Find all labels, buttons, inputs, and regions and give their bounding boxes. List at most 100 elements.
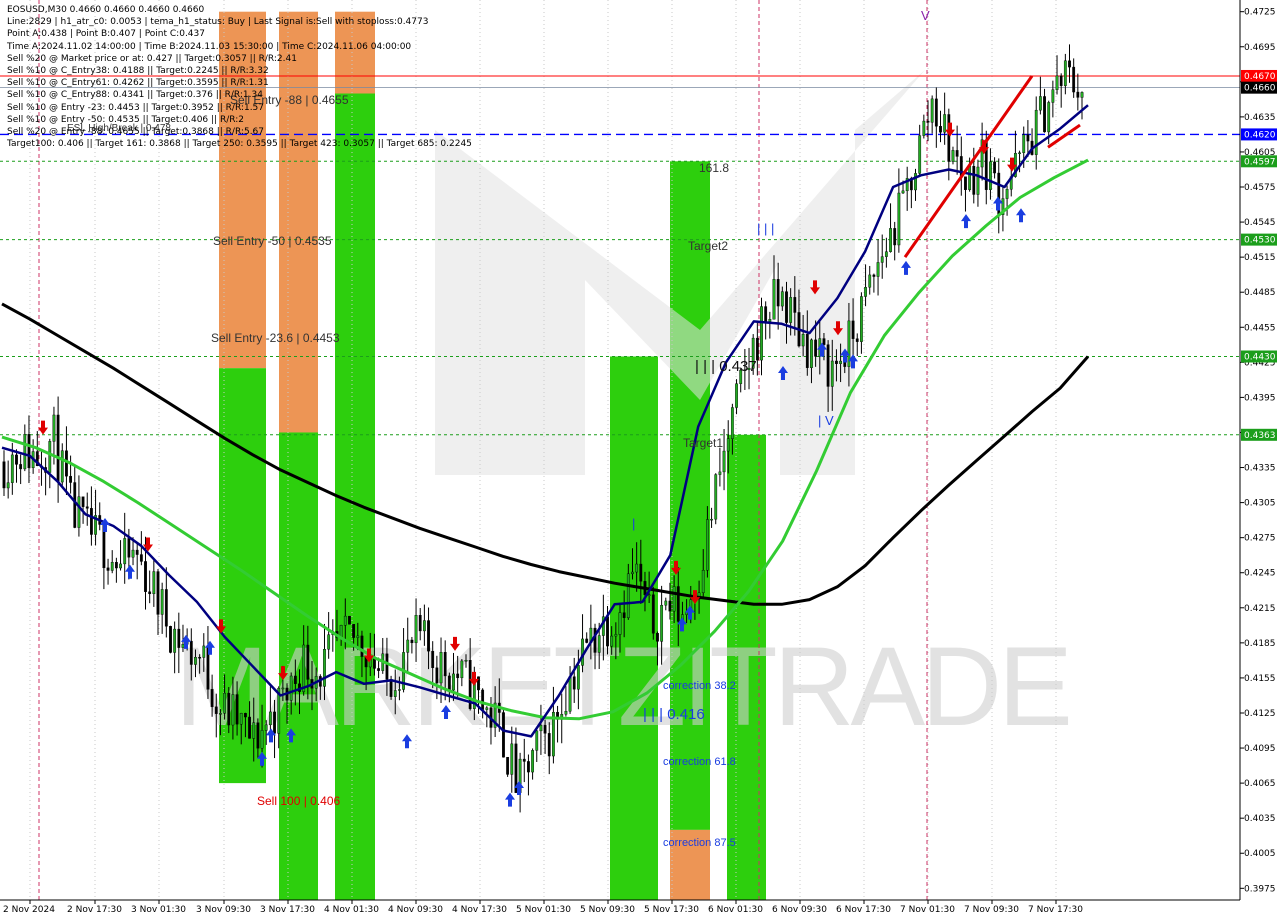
candle-body [614,634,618,637]
candle-body [1072,66,1076,93]
candle-body [597,635,601,653]
candle-body [323,649,326,687]
candle-body [918,135,922,174]
candle-body [830,360,834,387]
candle-body [73,482,77,528]
candle-body [755,337,759,361]
y-tick-label: 0.4065 [1244,779,1276,789]
info-line: Sell %10 @ Entry -23: 0.4453 || Target:0… [7,102,265,113]
candle-body [1022,134,1026,153]
info-line: Target100: 0.406 || Target 161: 0.3868 |… [7,139,472,150]
candle-body [160,589,164,615]
candle-body [593,627,597,653]
candle-body [248,716,251,739]
candle-body [485,707,489,710]
candle-body [547,733,551,757]
candle-body [389,679,393,697]
info-line: Sell %10 @ C_Entry61: 0.4262 || Target:0… [7,78,269,89]
y-tick-label: 0.4335 [1244,464,1276,474]
x-axis-background [0,900,1280,920]
candle-body [110,562,114,571]
point-b-label: | | | 0.416 [643,706,705,723]
candle-body [52,414,56,442]
candle-body [268,711,272,726]
candle-body [835,360,838,364]
candle-body [164,589,168,627]
candle-body [264,724,268,731]
candle-body [510,743,514,775]
candle-body [768,319,772,322]
candle-body [872,274,876,277]
candle-body [148,591,152,595]
candle-body [422,620,426,632]
info-line: Sell %20 @ Entry -88: 0.4655 || Target:0… [7,127,265,138]
candle-body [139,554,143,562]
price-tag-label: 0.4530 [1244,236,1276,246]
candle-body [676,586,680,622]
candle-body [585,638,589,643]
candle-body [306,644,310,680]
candle-body [947,114,951,162]
y-tick-label: 0.4455 [1244,323,1276,333]
candle-body [15,454,18,465]
x-tick-label: 4 Nov 17:30 [452,905,507,915]
candle-body [531,750,534,773]
candle-body [1063,60,1067,86]
candle-body [289,675,293,701]
candle-body [522,758,526,762]
candle-body [2,461,6,489]
candle-body [1047,102,1051,133]
y-tick-label: 0.4575 [1244,183,1276,193]
y-tick-label: 0.4275 [1244,534,1276,544]
candle-body [393,690,397,697]
candle-body [256,722,260,749]
candle-body [223,692,226,714]
info-line: Sell %10 @ C_Entry88: 0.4341 || Target:0… [7,90,263,101]
candle-body [1043,96,1046,133]
y-tick-label: 0.4125 [1244,709,1276,719]
candle-body [106,567,110,571]
correction-87-label: correction 87.5 [663,837,736,849]
candle-body [789,297,793,323]
candle-body [972,166,976,195]
candle-body [169,626,172,653]
y-tick-label: 0.4545 [1244,218,1276,228]
candle-body [822,338,826,345]
price-tag-label: 0.4597 [1244,157,1276,167]
candle-body [127,538,131,558]
candle-body [502,712,505,758]
candle-body [281,687,285,690]
candle-body [239,713,243,725]
candle-body [572,676,576,690]
y-tick-label: 0.4305 [1244,499,1276,509]
y-tick-label: 0.4515 [1244,253,1276,263]
x-tick-label: 5 Nov 09:30 [580,905,635,915]
price-tag-label: 0.4430 [1244,352,1276,362]
symbol-line: EOSUSD,M30 0.4660 0.4660 0.4660 0.4660 [7,5,205,15]
candle-body [926,120,930,123]
candle-body [710,518,713,521]
candle-body [968,166,972,190]
candle-body [568,676,572,712]
candle-body [418,615,422,632]
candle-body [410,639,414,644]
correction-38-label: correction 38.2 [663,680,736,692]
candle-body [1051,89,1055,103]
candle-body [6,482,10,489]
candle-body [1068,60,1071,68]
candle-body [805,334,809,368]
candle-body [722,450,726,473]
candle-body [539,725,543,732]
candle-body [69,475,72,483]
candle-body [477,676,480,691]
candle-body [701,570,705,594]
candle-body [464,660,468,662]
candle-body [610,635,614,647]
wave-5-label: V [921,8,930,23]
x-tick-label: 7 Nov 01:30 [900,905,955,915]
candle-body [860,296,863,342]
x-tick-label: 7 Nov 17:30 [1028,905,1083,915]
candle-body [194,657,197,665]
candle-body [672,586,676,612]
candle-body [1018,152,1021,154]
